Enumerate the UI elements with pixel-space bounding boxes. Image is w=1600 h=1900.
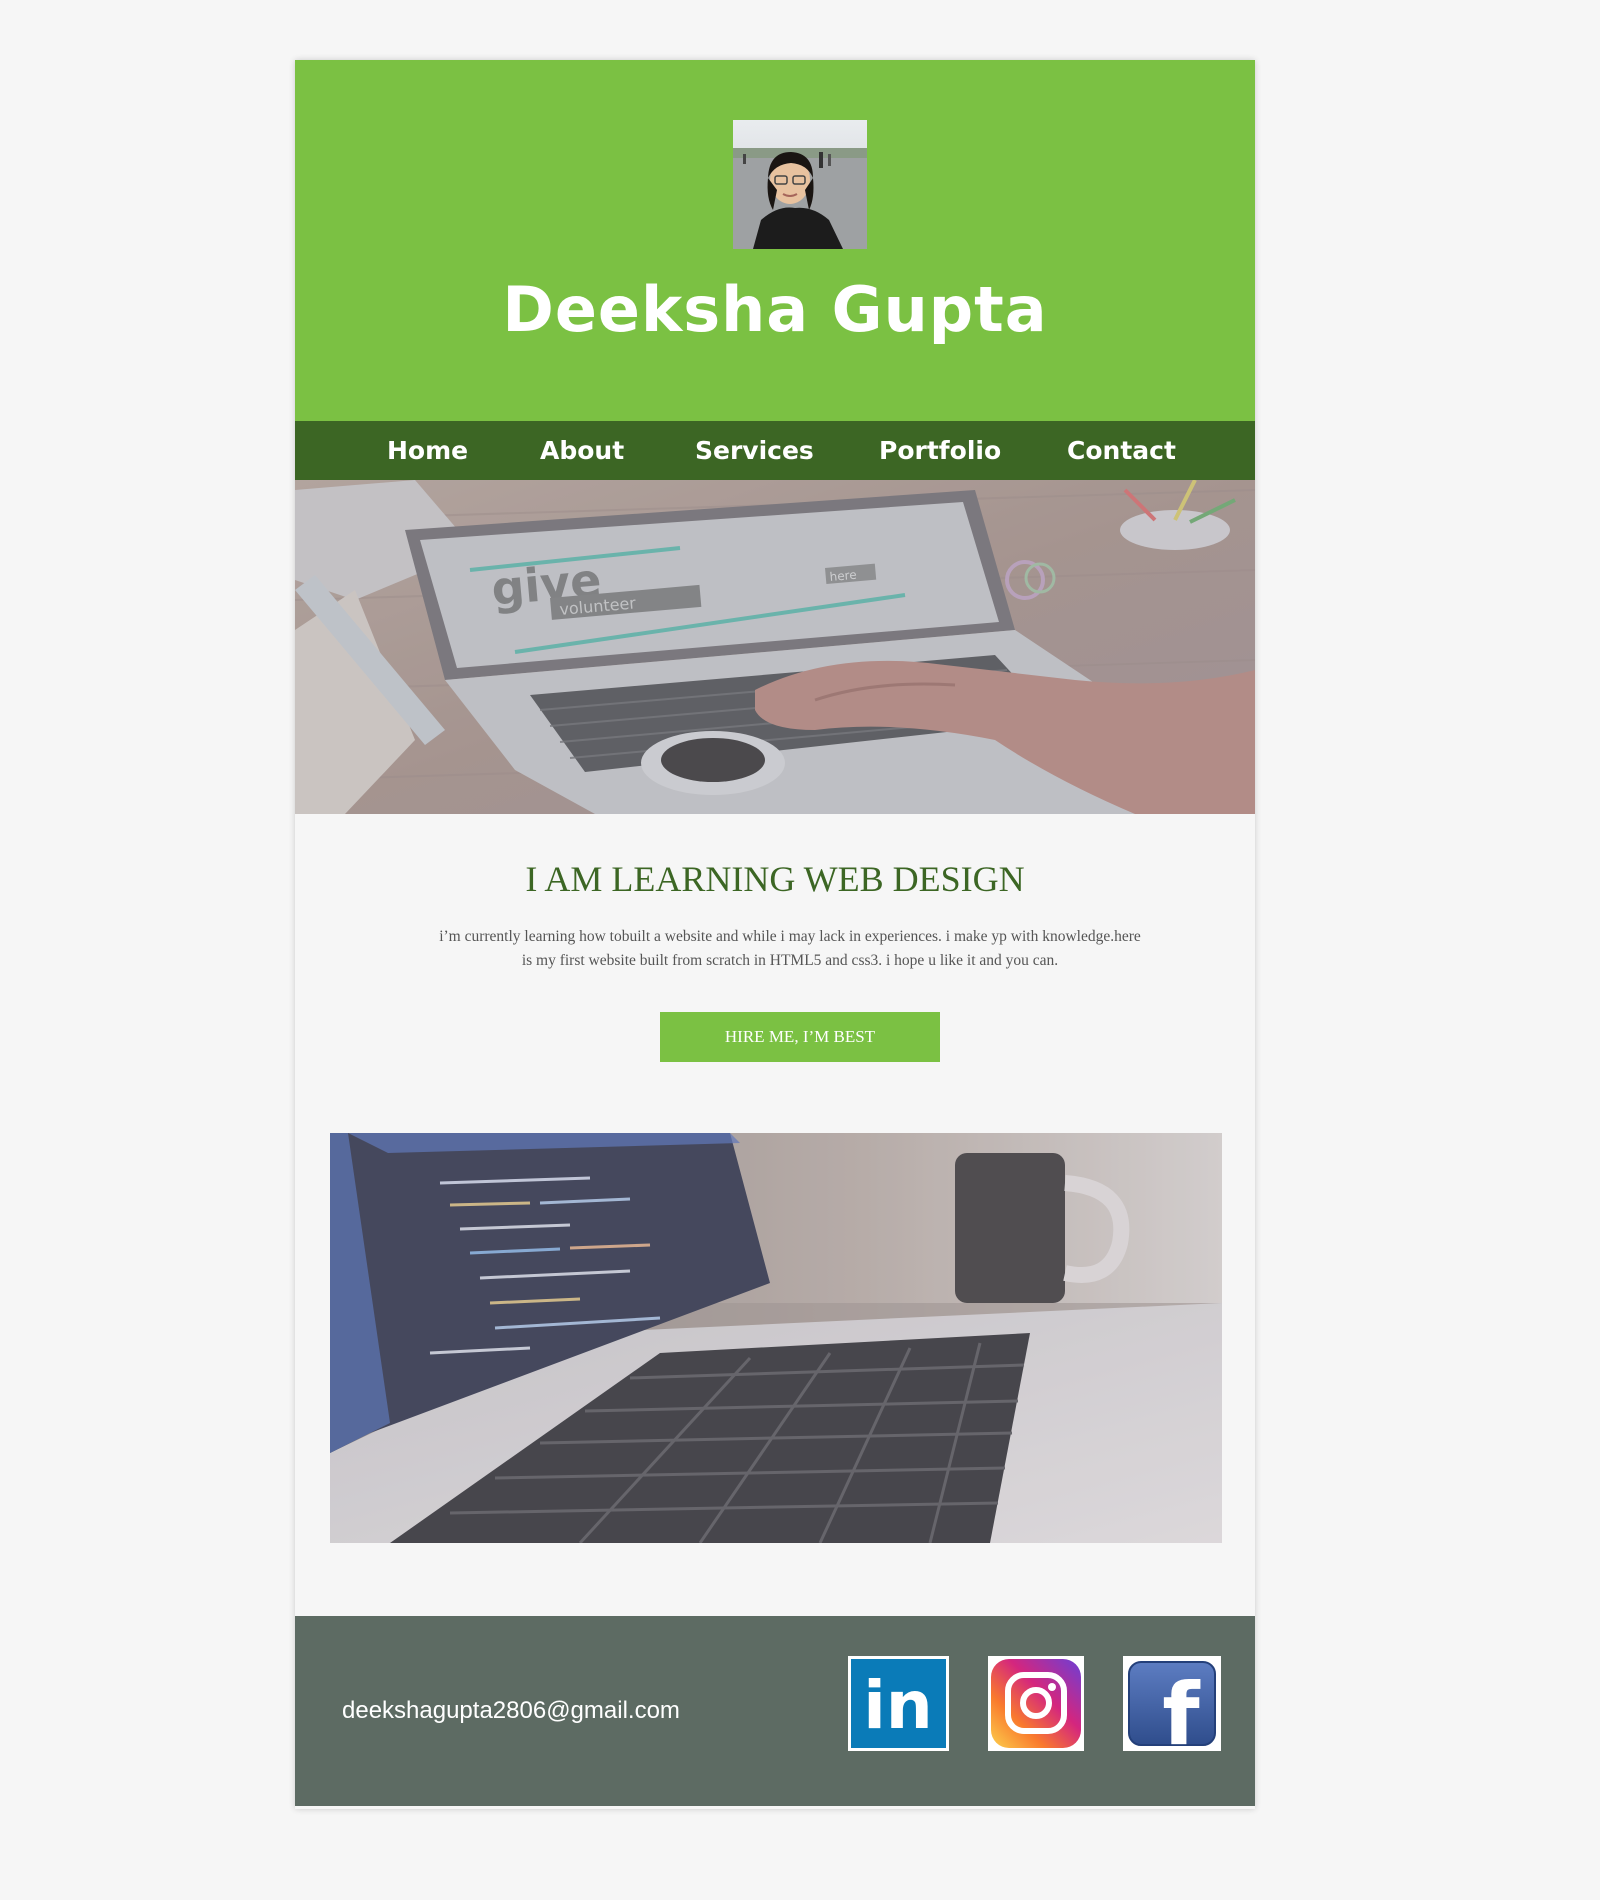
instagram-icon[interactable]: [988, 1656, 1084, 1751]
laptop-code-image: [330, 1133, 1222, 1543]
linkedin-glyph: in: [863, 1667, 933, 1744]
intro-text-line-1: i’m currently learning how tobuilt a web…: [439, 928, 1141, 945]
intro-heading: I AM LEARNING WEB DESIGN: [525, 859, 1025, 899]
contact-email[interactable]: deekshagupta2806@gmail.com: [342, 1696, 680, 1726]
site-title: Deeksha Gupta: [502, 273, 1048, 346]
hero-image: give volunteer here: [295, 480, 1255, 814]
intro-text: i’m currently learning how tobuilt a web…: [395, 925, 1185, 973]
page-container: Deeksha Gupta Home About Services Portfo…: [295, 60, 1255, 1809]
linkedin-icon[interactable]: in: [848, 1656, 949, 1751]
intro-text-line-2: is my first website built from scratch i…: [521, 952, 1059, 969]
nav-item-home[interactable]: Home: [387, 421, 468, 480]
hire-me-button[interactable]: HIRE ME, I’M BEST: [660, 1012, 940, 1062]
nav-item-services[interactable]: Services: [695, 421, 814, 480]
nav-item-about[interactable]: About: [540, 421, 624, 480]
facebook-icon[interactable]: f: [1123, 1656, 1221, 1751]
facebook-glyph: f: [1162, 1665, 1201, 1751]
nav-item-contact[interactable]: Contact: [1067, 421, 1176, 480]
site-header: Deeksha Gupta: [295, 60, 1255, 421]
profile-photo: [733, 120, 867, 249]
nav-item-portfolio[interactable]: Portfolio: [879, 421, 1001, 480]
site-footer: deekshagupta2806@gmail.com in f: [295, 1616, 1255, 1806]
main-nav: Home About Services Portfolio Contact: [295, 421, 1255, 480]
